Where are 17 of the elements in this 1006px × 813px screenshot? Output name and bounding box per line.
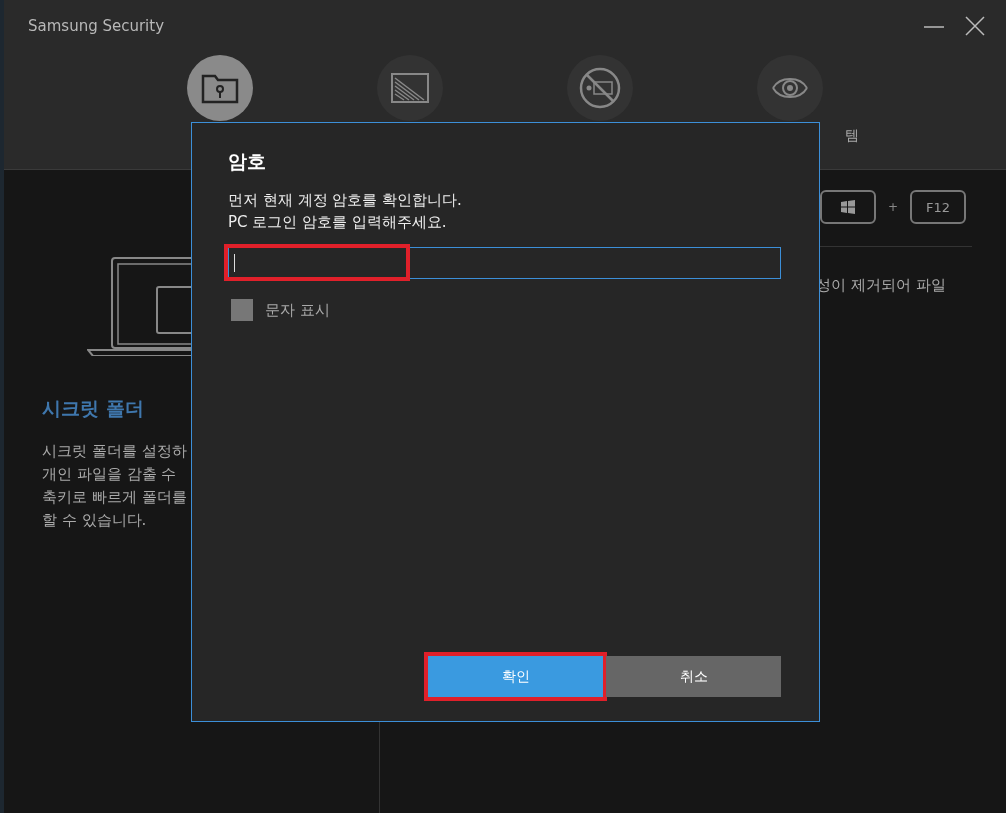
tab-label[interactable]: 템	[845, 127, 859, 145]
no-recording-icon	[578, 66, 622, 110]
checkbox-label[interactable]: 문자 표시	[265, 300, 330, 320]
checkbox[interactable]	[231, 299, 253, 321]
text-caret	[234, 254, 235, 272]
cancel-button[interactable]: 취소	[606, 656, 781, 697]
dialog-message: 먼저 현재 계정 암호를 확인합니다. PC 로그인 암호를 입력해주세요.	[228, 190, 463, 233]
dialog-title: 암호	[228, 149, 267, 174]
close-icon[interactable]	[964, 15, 986, 37]
plus-sign: +	[887, 200, 900, 214]
feature-heading: 시크릿 폴더	[42, 396, 145, 421]
folder-lock-icon	[201, 72, 239, 104]
screen-icon	[390, 72, 430, 104]
feature-description: 시크릿 폴더를 설정하 개인 파일을 감출 수 축키로 빠르게 폴더를 할 수 있습니다.	[42, 441, 188, 531]
keyboard-key: F12	[910, 190, 967, 224]
windows-icon	[841, 200, 855, 214]
window-title: Samsung Security	[28, 17, 165, 35]
